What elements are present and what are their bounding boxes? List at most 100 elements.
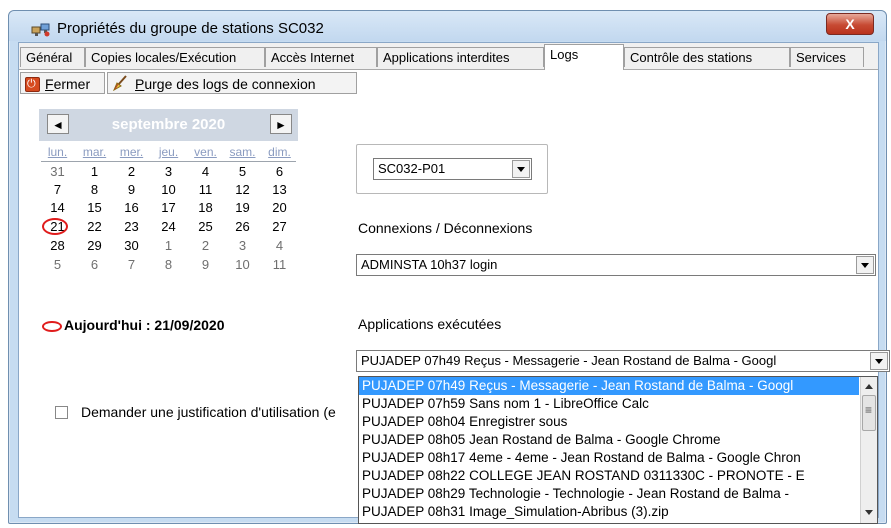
connexions-select-value: ADMINSTA 10h37 login bbox=[361, 257, 498, 272]
calendar-header: ◄ septembre 2020 ► bbox=[39, 109, 298, 141]
calendar-day[interactable]: 4 bbox=[261, 238, 298, 253]
calendar-day[interactable]: 6 bbox=[261, 164, 298, 179]
calendar-day[interactable]: 10 bbox=[150, 182, 187, 197]
applications-option[interactable]: PUJADEP 07h49 Reçus - Messagerie - Jean … bbox=[359, 377, 859, 395]
weekday-label: ven. bbox=[194, 145, 217, 159]
calendar-day[interactable]: 22 bbox=[76, 219, 113, 234]
title-bar[interactable]: Propriétés du groupe de stations SC032 X bbox=[9, 11, 886, 41]
weekday-label: lun. bbox=[47, 145, 68, 159]
broom-icon bbox=[113, 75, 127, 91]
applications-option[interactable]: PUJADEP 08h22 COLLEGE JEAN ROSTAND 03113… bbox=[359, 467, 859, 485]
station-select-group: SC032-P01 bbox=[356, 144, 548, 194]
calendar-day[interactable]: 9 bbox=[113, 182, 150, 197]
tab-services[interactable]: Services bbox=[790, 47, 864, 67]
applications-option[interactable]: PUJADEP 08h31 Image_Simulation-Abribus (… bbox=[359, 503, 859, 521]
toolbar: Fermer Purge des logs de connexion bbox=[19, 70, 878, 96]
calendar-month-label[interactable]: septembre 2020 bbox=[69, 116, 268, 133]
applications-label: Applications exécutées bbox=[358, 316, 502, 332]
calendar-day[interactable]: 26 bbox=[224, 219, 261, 234]
calendar-day[interactable]: 10 bbox=[224, 257, 261, 272]
calendar-day[interactable]: 16 bbox=[113, 200, 150, 215]
weekday-label: jeu. bbox=[158, 145, 179, 159]
connexions-select[interactable]: ADMINSTA 10h37 login bbox=[356, 254, 876, 276]
calendar-day[interactable]: 2 bbox=[113, 164, 150, 179]
calendar-day[interactable]: 24 bbox=[150, 219, 187, 234]
applications-option[interactable]: PUJADEP 07h59 Sans nom 1 - LibreOffice C… bbox=[359, 395, 859, 413]
tab-copies-locales[interactable]: Copies locales/Exécution bbox=[85, 47, 265, 67]
calendar-day[interactable]: 2 bbox=[187, 238, 224, 253]
today-label: Aujourd'hui : 21/09/2020 bbox=[64, 317, 225, 333]
tab-general[interactable]: Général bbox=[20, 47, 85, 67]
chevron-down-icon[interactable] bbox=[512, 160, 530, 178]
window-title: Propriétés du groupe de stations SC032 bbox=[57, 20, 324, 37]
purge-logs-button[interactable]: Purge des logs de connexion bbox=[107, 72, 357, 94]
calendar-day[interactable]: 17 bbox=[150, 200, 187, 215]
calendar-day[interactable]: 8 bbox=[150, 257, 187, 272]
weekday-label: sam. bbox=[229, 145, 256, 159]
applications-dropdown-list[interactable]: PUJADEP 07h49 Reçus - Messagerie - Jean … bbox=[358, 376, 878, 524]
window-close-button[interactable]: X bbox=[826, 13, 874, 35]
weekday-label: dim. bbox=[268, 145, 291, 159]
calendar-day[interactable]: 13 bbox=[261, 182, 298, 197]
calendar-day[interactable]: 11 bbox=[261, 257, 298, 272]
station-group-icon bbox=[31, 23, 50, 37]
weekday-label: mar. bbox=[82, 145, 107, 159]
calendar-day[interactable]: 5 bbox=[39, 257, 76, 272]
applications-option[interactable]: PUJADEP 08h17 4eme - 4eme - Jean Rostand… bbox=[359, 449, 859, 467]
calendar-day[interactable]: 23 bbox=[113, 219, 150, 234]
calendar-day[interactable]: 27 bbox=[261, 219, 298, 234]
next-month-button[interactable]: ► bbox=[270, 114, 292, 134]
calendar-day[interactable]: 9 bbox=[187, 257, 224, 272]
calendar-day[interactable]: 18 bbox=[187, 200, 224, 215]
calendar-day[interactable]: 6 bbox=[76, 257, 113, 272]
tab-acces-internet[interactable]: Accès Internet bbox=[265, 47, 377, 67]
scroll-up-arrow-icon[interactable] bbox=[862, 378, 877, 394]
calendar-day[interactable]: 29 bbox=[76, 238, 113, 253]
calendar-day[interactable]: 20 bbox=[261, 200, 298, 215]
justification-checkbox[interactable] bbox=[55, 406, 68, 419]
dropdown-scrollbar[interactable] bbox=[860, 377, 877, 523]
calendar-day[interactable]: 12 bbox=[224, 182, 261, 197]
calendar-day[interactable]: 31 bbox=[39, 164, 76, 179]
calendar-day[interactable]: 14 bbox=[39, 200, 76, 215]
tab-logs[interactable]: Logs bbox=[544, 44, 624, 70]
calendar-day[interactable]: 5 bbox=[224, 164, 261, 179]
tab-controle-des-stations[interactable]: Contrôle des stations bbox=[624, 47, 790, 67]
close-logs-button[interactable]: Fermer bbox=[20, 72, 105, 95]
calendar-day[interactable]: 3 bbox=[150, 164, 187, 179]
tab-strip: Général Copies locales/Exécution Accès I… bbox=[19, 43, 878, 70]
calendar-day[interactable]: 3 bbox=[224, 238, 261, 253]
scroll-down-arrow-icon[interactable] bbox=[862, 505, 877, 521]
prev-month-button[interactable]: ◄ bbox=[47, 114, 69, 134]
calendar-day[interactable]: 15 bbox=[76, 200, 113, 215]
calendar-divider bbox=[41, 161, 296, 162]
calendar-day[interactable]: 1 bbox=[150, 238, 187, 253]
applications-option[interactable]: PUJADEP 08h29 Technologie - Technologie … bbox=[359, 485, 859, 503]
calendar-day[interactable]: 25 bbox=[187, 219, 224, 234]
applications-option[interactable]: PUJADEP 08h05 Jean Rostand de Balma - Go… bbox=[359, 431, 859, 449]
today-circle-icon bbox=[42, 218, 68, 235]
station-select[interactable]: SC032-P01 bbox=[373, 158, 532, 180]
calendar-day[interactable]: 7 bbox=[113, 257, 150, 272]
calendar-day[interactable]: 7 bbox=[39, 182, 76, 197]
applications-option[interactable]: PUJADEP 08h04 Enregistrer sous bbox=[359, 413, 859, 431]
chevron-down-icon[interactable] bbox=[870, 352, 888, 370]
power-icon bbox=[25, 73, 40, 95]
chevron-down-icon[interactable] bbox=[856, 256, 874, 274]
calendar-day[interactable]: 30 bbox=[113, 238, 150, 253]
station-select-value: SC032-P01 bbox=[378, 161, 446, 176]
calendar-day[interactable]: 8 bbox=[76, 182, 113, 197]
calendar-day[interactable]: 28 bbox=[39, 238, 76, 253]
scrollbar-thumb[interactable] bbox=[862, 395, 876, 431]
calendar-day[interactable]: 1 bbox=[76, 164, 113, 179]
tab-applications-interdites[interactable]: Applications interdites bbox=[377, 47, 544, 67]
calendar-day[interactable]: 11 bbox=[187, 182, 224, 197]
calendar-day[interactable]: 4 bbox=[187, 164, 224, 179]
month-calendar[interactable]: ◄ septembre 2020 ► lun. mar. mer. jeu. ven. s… bbox=[39, 109, 298, 335]
today-button[interactable]: Aujourd'hui : 21/09/2020 bbox=[42, 317, 225, 333]
connexions-label: Connexions / Déconnexions bbox=[358, 220, 533, 236]
applications-select[interactable]: PUJADEP 07h49 Reçus - Messagerie - Jean … bbox=[356, 350, 890, 372]
justification-checkbox-label: Demander une justification d'utilisation… bbox=[81, 404, 336, 420]
calendar-day[interactable]: 19 bbox=[224, 200, 261, 215]
applications-select-value: PUJADEP 07h49 Reçus - Messagerie - Jean … bbox=[361, 353, 777, 368]
